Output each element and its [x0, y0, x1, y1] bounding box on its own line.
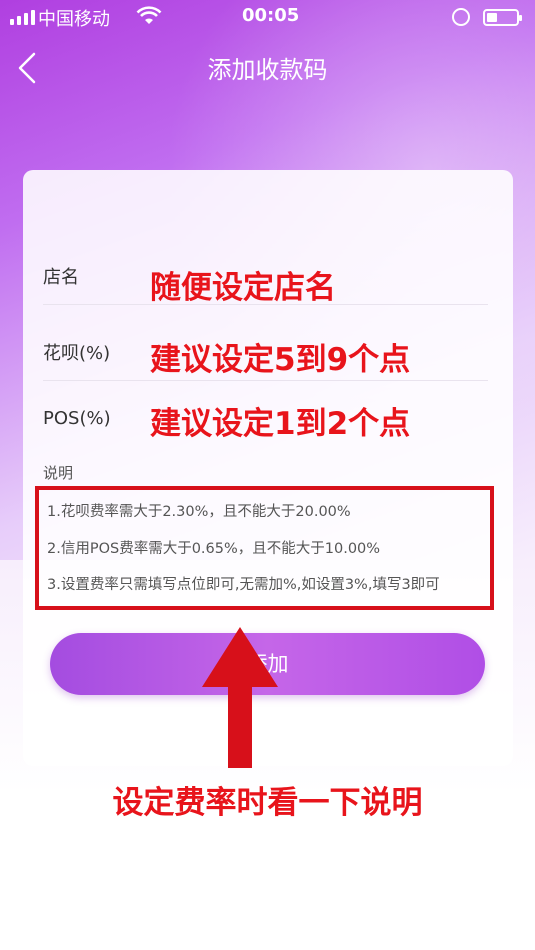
store-name-annotation: 随便设定店名 — [150, 270, 336, 306]
divider — [43, 380, 488, 381]
red-arrow-icon — [202, 627, 278, 768]
rotation-lock-icon — [452, 8, 470, 26]
signal-icon — [10, 9, 35, 25]
notes-highlight-box: 1.花呗费率需大于2.30%，且不能大于20.00% 2.信用POS费率需大于0… — [35, 486, 494, 610]
page-title: 添加收款码 — [207, 56, 328, 84]
bottom-annotation: 设定费率时看一下说明 — [112, 785, 423, 821]
huabei-annotation: 建议设定5到9个点 — [150, 342, 411, 378]
pos-rate-label: POS(%) — [43, 408, 111, 429]
pos-annotation: 建议设定1到2个点 — [150, 406, 411, 442]
clock: 00:05 — [242, 5, 300, 26]
battery-icon — [483, 9, 522, 26]
huabei-rate-label: 花呗(%) — [43, 343, 111, 364]
carrier-name: 中国移动 — [38, 9, 110, 30]
note-item: 1.花呗费率需大于2.30%，且不能大于20.00% — [47, 504, 351, 520]
battery-level — [487, 13, 497, 22]
store-name-label: 店名 — [43, 267, 79, 288]
status-bar: 中国移动 00:05 — [0, 0, 535, 34]
wifi-icon — [136, 6, 162, 24]
notes-title: 说明 — [43, 464, 74, 482]
note-item: 2.信用POS费率需大于0.65%，且不能大于10.00% — [47, 541, 381, 557]
note-item: 3.设置费率只需填写点位即可,无需加%,如设置3%,填写3即可 — [47, 577, 440, 593]
